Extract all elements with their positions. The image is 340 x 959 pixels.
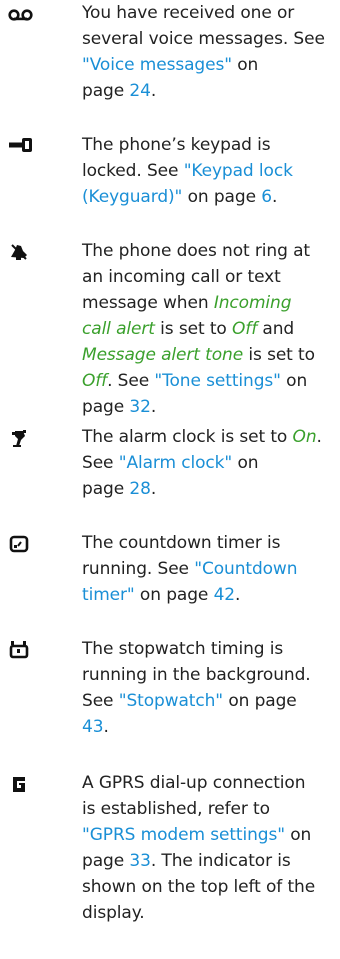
keypad-lock-icon — [8, 136, 34, 156]
page-6-link[interactable]: 6 — [261, 187, 272, 207]
entry-description: The phone’s keypad is locked. See "Keypa… — [82, 135, 293, 207]
entry-description: You have received one or several voice m… — [82, 3, 325, 101]
alarm-clock-link[interactable]: "Alarm clock" — [119, 453, 233, 473]
page-28-link[interactable]: 28 — [129, 479, 151, 499]
entry-description: The countdown timer is running. See "Cou… — [82, 533, 298, 605]
keypad-lock-link[interactable]: "Keypad lock — [184, 161, 293, 181]
page-33-link[interactable]: 33 — [129, 851, 151, 871]
countdown-timer-icon — [8, 534, 34, 554]
gprs-icon — [8, 776, 34, 796]
tone-settings-link[interactable]: "Tone settings" — [154, 371, 281, 391]
page-42-link[interactable]: 42 — [214, 585, 236, 605]
entry-description: A GPRS dial-up connection is established… — [82, 773, 316, 923]
gprs-modem-settings-link[interactable]: "GPRS modem settings" — [82, 825, 285, 845]
stopwatch-link[interactable]: "Stopwatch" — [119, 691, 223, 711]
countdown-timer-link[interactable]: "Countdown — [194, 559, 297, 579]
page-24-link[interactable]: 24 — [129, 81, 151, 101]
alarm-clock-icon — [8, 428, 34, 448]
page-32-link[interactable]: 32 — [129, 397, 151, 417]
entry-description: The alarm clock is set to On. See "Alarm… — [82, 427, 322, 499]
voice-messages-link[interactable]: "Voice messages" — [82, 55, 232, 75]
countdown-timer-link-cont[interactable]: timer" — [82, 585, 135, 605]
entry-description: The phone does not ring at an incoming c… — [82, 241, 315, 417]
voice-message-icon — [8, 8, 34, 28]
page-43-link[interactable]: 43 — [82, 717, 104, 737]
silent-mode-icon — [8, 242, 34, 262]
keypad-lock-link-cont[interactable]: (Keyguard)" — [82, 187, 182, 207]
stopwatch-icon — [8, 640, 34, 660]
entry-description: The stopwatch timing is running in the b… — [82, 639, 311, 737]
